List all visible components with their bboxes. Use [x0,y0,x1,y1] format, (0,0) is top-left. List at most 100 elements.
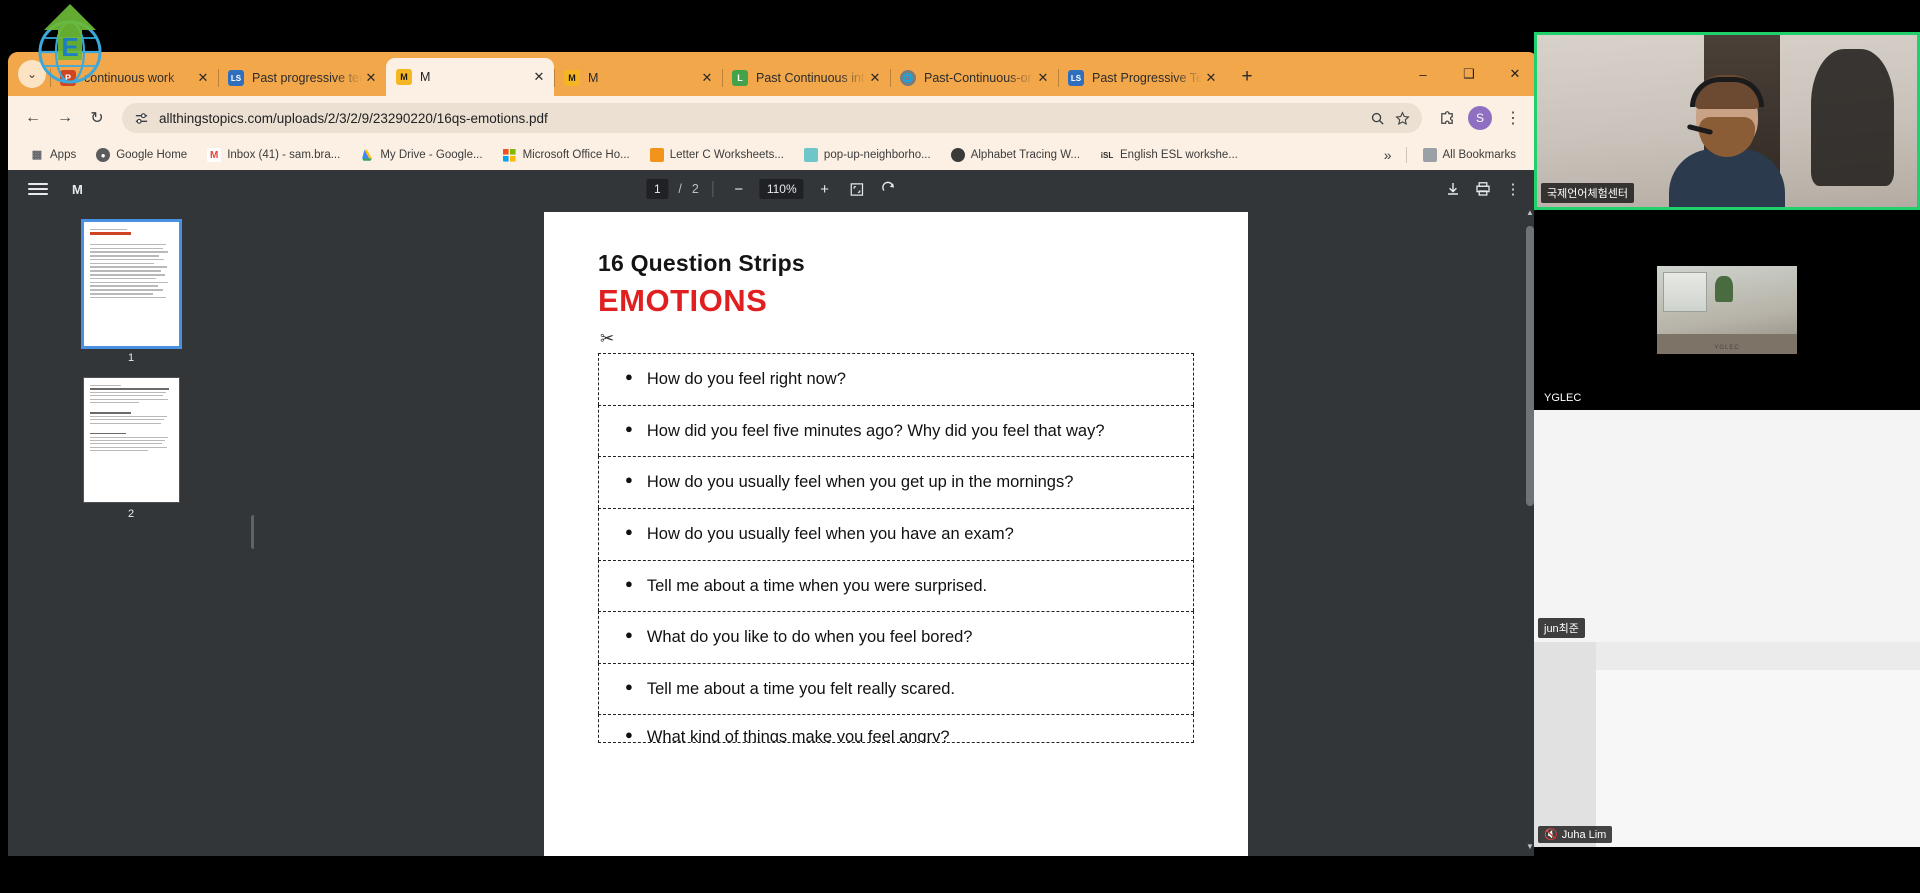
pdf-m-icon: M [564,70,580,86]
video-tile[interactable]: 🔇 Juha Lim [1534,642,1920,847]
thumbnail-item[interactable]: 1 [80,219,182,364]
bookmark-label: Inbox (41) - sam.bra... [227,149,341,161]
zoom-out-button[interactable]: − [728,178,750,200]
video-tile[interactable]: jun최준 [1534,410,1920,642]
bookmark-item[interactable]: Microsoft Office Ho... [493,143,640,167]
browser-tab[interactable]: M M ✕ [554,60,722,96]
close-icon[interactable]: ✕ [866,69,884,87]
zoom-in-button[interactable]: + [814,178,836,200]
thumbnail-item[interactable]: 2 [83,378,179,520]
tab-title: Past progressive tens [252,71,362,85]
screen-share-sidebar [1534,642,1596,847]
page-thumbnail-1[interactable] [80,219,182,349]
participant-name: Juha Lim [1561,828,1607,841]
tab-search-caret-icon[interactable]: ⌄ [18,60,46,88]
globe-icon: ● [96,148,111,162]
browser-tab[interactable]: LS Past Progressive Tens ✕ [1058,60,1226,96]
drive-icon [360,148,374,162]
microsoft-icon [503,148,517,162]
fit-page-icon[interactable] [846,178,868,200]
liveworksheets-icon: LS [228,70,244,86]
browser-tab[interactable]: P continuous work ✕ [50,60,218,96]
tune-icon[interactable] [134,111,149,126]
download-icon[interactable] [1442,178,1464,200]
pdf-filename: M [72,181,83,197]
hamburger-menu-icon[interactable] [28,183,48,195]
maximize-button[interactable]: ❑ [1446,52,1492,96]
tab-separator [722,69,723,87]
close-window-button[interactable]: ✕ [1492,52,1538,96]
bullet-icon: ● [625,420,633,436]
bookmark-item[interactable]: My Drive - Google... [350,143,492,167]
page-subtitle: EMOTIONS [598,283,768,318]
tab-title: Past Continuous inte [756,71,866,85]
question-strip: ● How do you feel right now? [598,353,1194,405]
bookmark-item[interactable]: pop-up-neighborho... [794,143,941,167]
question-text: Tell me about a time you felt really sca… [646,679,956,698]
all-bookmarks-button[interactable]: All Bookmarks [1413,143,1527,167]
thumbnail-pane: 1 2 [8,208,254,856]
address-bar[interactable]: allthingstopics.com/uploads/2/3/2/9/2329… [122,103,1422,133]
question-strip: ● How do you usually feel when you get u… [598,456,1194,508]
bookmark-item[interactable]: Alphabet Tracing W... [941,143,1090,167]
question-strip: ● How did you feel five minutes ago? Why… [598,404,1194,457]
browser-tab-active[interactable]: M M ✕ [386,58,554,96]
thumbnail-preview [84,222,179,305]
bookmark-item[interactable]: ▦ Apps [20,143,86,167]
page-thumbnail-2[interactable] [83,378,179,502]
avatar[interactable]: S [1468,106,1492,130]
forward-icon[interactable]: → [50,103,80,133]
bookmark-label: pop-up-neighborho... [823,149,931,161]
bookmarks-bar: ▦ Apps ● Google Home M Inbox (41) - sam.… [8,140,1538,170]
scroll-thumb[interactable] [1526,226,1534,506]
close-icon[interactable]: ✕ [1202,69,1220,87]
kebab-menu-icon[interactable]: ⋮ [1502,178,1524,200]
star-icon[interactable] [1395,110,1410,126]
pdf-toolbar-right: ⋮ [1442,178,1524,200]
minimize-button[interactable]: – [1400,52,1446,96]
tab-title: Past-Continuous-or- [924,71,1034,85]
question-text: How do you feel right now? [646,370,846,388]
puzzle-icon[interactable] [1432,103,1462,133]
close-icon[interactable]: ✕ [362,69,380,87]
browser-window: ⌄ P continuous work ✕ LS Past progressiv… [8,52,1538,856]
browser-tab[interactable]: LS Past progressive tens ✕ [218,60,386,96]
bookmark-item[interactable]: ● Google Home [86,143,197,167]
bullet-icon: ● [625,727,633,743]
question-text: How do you usually feel when you have an… [646,524,1014,543]
pdf-page-controls: 1 / 2 − 110% + [646,178,899,200]
page-number-input[interactable]: 1 [646,179,669,199]
close-icon[interactable]: ✕ [698,69,716,87]
reload-icon[interactable]: ↻ [82,103,112,133]
question-text: What do you like to do when you feel bor… [646,628,973,647]
thumbnail-number: 2 [127,508,135,520]
new-tab-button[interactable]: + [1232,62,1262,92]
browser-tab[interactable]: 🌐 Past-Continuous-or- ✕ [890,60,1058,96]
pdf-viewer: M 1 / 2 − 110% + ⋮ 1 2 16 Question Strip… [8,170,1538,856]
kebab-menu-icon[interactable]: ⋮ [1498,103,1528,133]
question-strip: ● What kind of things make you feel angr… [598,714,1194,744]
globe-icon [950,148,965,162]
zoom-icon[interactable] [1370,111,1385,126]
print-icon[interactable] [1472,178,1494,200]
scissors-icon: ✂ [600,329,615,348]
omnibox-row: ← → ↻ allthingstopics.com/uploads/2/3/2/… [8,96,1538,140]
close-icon[interactable]: ✕ [530,68,548,86]
bookmark-item[interactable]: M Inbox (41) - sam.bra... [197,143,350,167]
bookmark-item[interactable]: Letter C Worksheets... [640,143,794,167]
liveworksheets-icon: LS [1068,70,1084,86]
bookmarks-overflow-icon[interactable]: » [1376,147,1400,163]
close-icon[interactable]: ✕ [194,69,212,87]
video-tile-active-speaker[interactable]: 국제언어체험센터 [1534,32,1920,210]
video-tile[interactable]: YGLEC YGLEC [1534,210,1920,410]
rotate-icon[interactable] [878,178,900,200]
close-icon[interactable]: ✕ [1034,69,1052,87]
browser-tab[interactable]: L Past Continuous inte ✕ [722,60,890,96]
tab-strip: ⌄ P continuous work ✕ LS Past progressiv… [8,52,1538,96]
thumbnail-preview [84,378,179,458]
divider [712,181,714,197]
bookmark-item[interactable]: iSL English ESL workshe... [1090,143,1248,167]
zoom-level[interactable]: 110% [759,179,804,199]
back-icon[interactable]: ← [18,103,48,133]
screen-share-content [1596,670,1920,847]
